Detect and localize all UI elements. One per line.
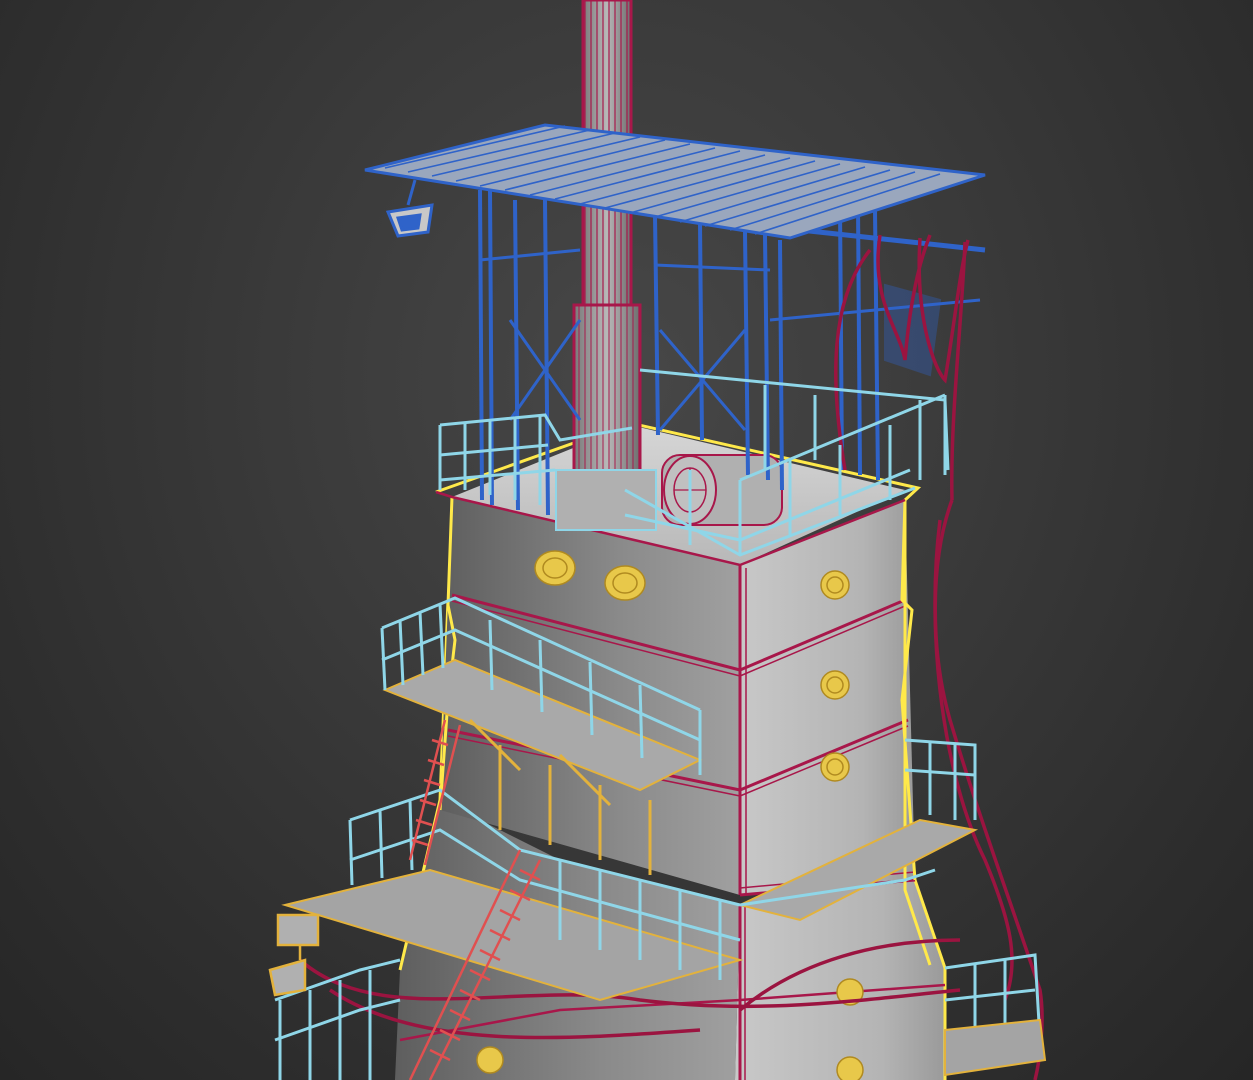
flange-7 [476,1046,504,1074]
tower-model-wireframe [268,0,1047,1080]
roof-lamp [385,179,434,238]
flange-8 [836,1056,864,1080]
flange-2 [604,565,646,601]
roof-sheet [364,123,986,240]
flange-1 [534,550,576,586]
lower-left-lamp [268,913,320,997]
3d-viewport[interactable] [0,0,1253,1080]
flange-5 [820,752,850,782]
flange-3 [820,570,850,600]
flange-4 [820,670,850,700]
bottom-right-platform [944,1018,1047,1077]
